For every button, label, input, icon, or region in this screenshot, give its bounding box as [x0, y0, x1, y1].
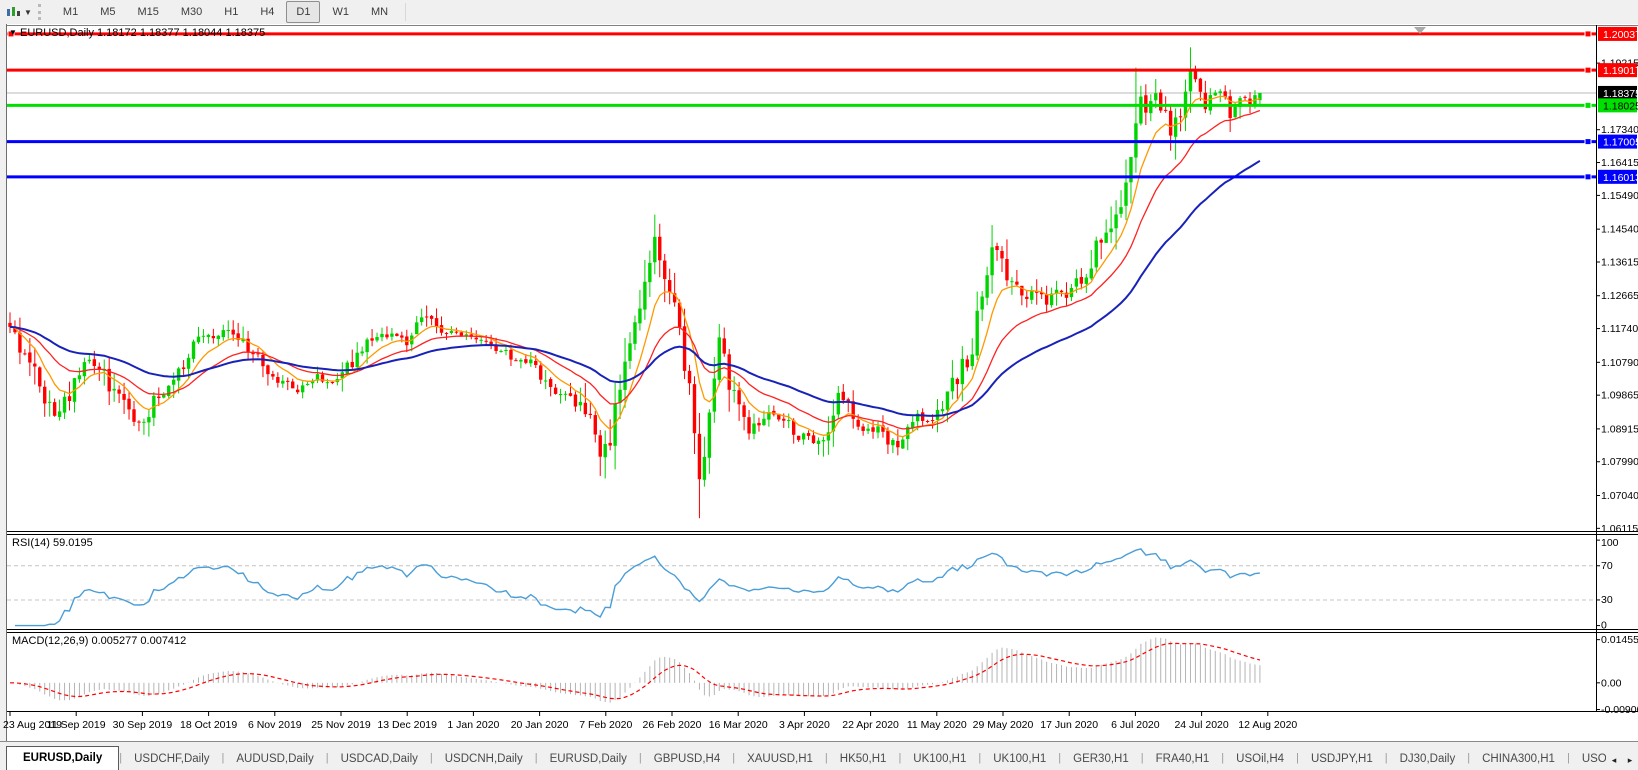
macd-axis-label: -0.00900 — [1601, 704, 1638, 716]
price-level-badge-label: 1.19017 — [1603, 65, 1638, 77]
tab-eurusd-daily[interactable]: EURUSD,Daily — [6, 746, 119, 770]
x-axis-label: 11 May 2020 — [907, 719, 967, 731]
tab-xauusd-h1[interactable]: XAUUSD,H1 — [735, 749, 825, 770]
rsi-indicator-label: RSI(14) 59.0195 — [12, 537, 93, 549]
x-axis-label: 22 Apr 2020 — [842, 719, 899, 731]
price-axis-label: 1.10790 — [1601, 357, 1638, 369]
rsi-axis-label: 0 — [1601, 620, 1607, 632]
tab-dj30-daily[interactable]: DJ30,Daily — [1388, 749, 1468, 770]
tab-gbpusd-h4[interactable]: GBPUSD,H4 — [642, 749, 732, 770]
x-axis-label: 24 Jul 2020 — [1174, 719, 1228, 731]
price-axis-label: 1.08915 — [1601, 423, 1638, 435]
price-axis-label: 1.14540 — [1601, 224, 1638, 236]
price-axis-label: 1.09865 — [1601, 390, 1638, 402]
tab-uk100-h1[interactable]: UK100,H1 — [901, 749, 978, 770]
price-axis-label: 1.13615 — [1601, 256, 1638, 268]
price-level-badge-label: 1.18375 — [1603, 88, 1638, 100]
x-axis-label: 20 Jan 2020 — [511, 719, 569, 731]
x-axis-label: 3 Apr 2020 — [779, 719, 830, 731]
x-axis-label: 6 Nov 2019 — [248, 719, 302, 731]
chart-canvas: 1.192151.173401.164151.154901.145401.136… — [0, 0, 1638, 769]
tab-usdcnh-daily[interactable]: USDCNH,Daily — [433, 749, 535, 770]
candlestick-series — [8, 47, 1261, 518]
tab-usoil-h1[interactable]: USOil,H1 — [1570, 749, 1606, 770]
level-handle[interactable] — [1585, 174, 1591, 180]
x-axis-label: 25 Nov 2019 — [311, 719, 371, 731]
macd-axis-label: 0.014556 — [1601, 634, 1638, 646]
price-axis-label: 1.17340 — [1601, 124, 1638, 136]
tab-scroll-right-button[interactable]: ▸ — [1622, 750, 1638, 770]
x-axis-label: 29 May 2020 — [973, 719, 1034, 731]
level-handle[interactable] — [1585, 31, 1591, 37]
price-axis-label: 1.16415 — [1601, 157, 1638, 169]
price-axis-label: 1.11740 — [1601, 323, 1638, 335]
tab-china300-h1[interactable]: CHINA300,H1 — [1470, 749, 1567, 770]
tab-usdjpy-h1[interactable]: USDJPY,H1 — [1299, 749, 1385, 770]
tab-usdcad-daily[interactable]: USDCAD,Daily — [329, 749, 430, 770]
rsi-line — [15, 549, 1260, 626]
x-axis-label: 26 Feb 2020 — [643, 719, 702, 731]
price-axis-label: 1.07990 — [1601, 456, 1638, 468]
macd-axis-label: 0.00 — [1601, 677, 1622, 689]
tab-uk100-h1[interactable]: UK100,H1 — [981, 749, 1058, 770]
price-axis-label: 1.15490 — [1601, 190, 1638, 202]
tab-fra40-h1[interactable]: FRA40,H1 — [1144, 749, 1222, 770]
tab-audusd-daily[interactable]: AUDUSD,Daily — [224, 749, 325, 770]
x-axis-label: 6 Jul 2020 — [1111, 719, 1160, 731]
x-axis-label: 16 Mar 2020 — [709, 719, 768, 731]
x-axis-label: 30 Sep 2019 — [113, 719, 173, 731]
x-axis-label: 1 Jan 2020 — [447, 719, 499, 731]
tab-eurusd-daily[interactable]: EURUSD,Daily — [538, 749, 639, 770]
chart-menu-caret-icon[interactable]: ▼ — [9, 28, 17, 37]
price-level-badge-label: 1.17005 — [1603, 137, 1638, 149]
x-axis-label: 13 Dec 2019 — [377, 719, 437, 731]
level-handle[interactable] — [1585, 102, 1591, 108]
tab-ger30-h1[interactable]: GER30,H1 — [1061, 749, 1141, 770]
x-axis-label: 7 Feb 2020 — [579, 719, 632, 731]
level-handle[interactable] — [1585, 67, 1591, 73]
macd-histogram — [10, 638, 1260, 703]
chart-tabs: EURUSD,Daily|USDCHF,Daily|AUDUSD,Daily|U… — [0, 742, 1606, 770]
x-axis-label: 18 Oct 2019 — [180, 719, 237, 731]
price-axis-label: 1.12665 — [1601, 290, 1638, 302]
price-level-badge-label: 1.18025 — [1603, 100, 1638, 112]
price-axis-label: 1.07040 — [1601, 490, 1638, 502]
price-axis-label: 1.06115 — [1601, 523, 1638, 535]
chart-tab-bar: EURUSD,Daily|USDCHF,Daily|AUDUSD,Daily|U… — [0, 741, 1638, 770]
x-axis-label: 11 Sep 2019 — [47, 719, 106, 731]
tab-hk50-h1[interactable]: HK50,H1 — [828, 749, 899, 770]
x-axis-label: 17 Jun 2020 — [1040, 719, 1098, 731]
rsi-axis-label: 100 — [1601, 537, 1619, 549]
macd-indicator-label: MACD(12,26,9) 0.005277 0.007412 — [12, 635, 186, 647]
tab-scroll-left-button[interactable]: ◂ — [1606, 750, 1622, 770]
rsi-axis-label: 30 — [1601, 594, 1613, 606]
level-handle[interactable] — [1585, 139, 1591, 145]
price-level-badge-label: 1.16013 — [1603, 172, 1638, 184]
chart-title: EURUSD,Daily 1.18172 1.18377 1.18044 1.1… — [20, 27, 265, 39]
tab-usdchf-daily[interactable]: USDCHF,Daily — [122, 749, 221, 770]
tab-usoil-h4[interactable]: USOil,H4 — [1224, 749, 1296, 770]
rsi-axis-label: 70 — [1601, 560, 1613, 572]
price-level-badge-label: 1.20037 — [1603, 29, 1638, 41]
macd-signal-line — [10, 643, 1260, 698]
x-axis-label: 12 Aug 2020 — [1238, 719, 1297, 731]
ma-medium-line — [10, 111, 1260, 429]
